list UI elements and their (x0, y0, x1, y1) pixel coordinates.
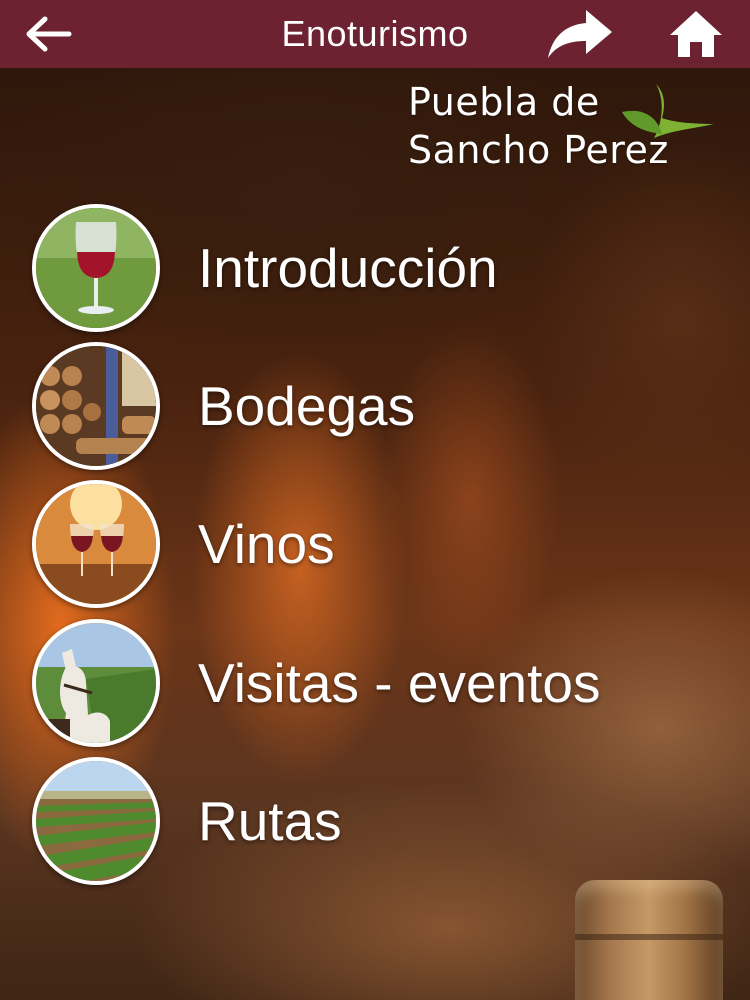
menu-item-label: Vinos (198, 513, 335, 575)
menu-item-visitas-eventos[interactable]: Visitas - eventos (32, 619, 672, 747)
page-title: Enoturismo (281, 13, 469, 54)
wine-barrels-cellar-image (32, 342, 160, 470)
menu-item-rutas[interactable]: Rutas (32, 757, 672, 885)
horse-carriage-vineyard-image (32, 619, 160, 747)
red-wine-glass-image (32, 204, 160, 332)
menu-item-introduccion[interactable]: Introducción (32, 204, 672, 332)
vineyard-rows-image (32, 757, 160, 885)
menu-list: Introducción Bodegas Vinos Visitas - eve… (0, 0, 750, 1000)
menu-item-label: Visitas - eventos (198, 652, 601, 714)
share-button[interactable] (544, 0, 616, 68)
menu-item-vinos[interactable]: Vinos (32, 480, 672, 608)
menu-item-label: Bodegas (198, 375, 416, 437)
menu-item-bodegas[interactable]: Bodegas (32, 342, 672, 470)
menu-item-label: Rutas (198, 790, 342, 852)
share-icon (548, 10, 612, 58)
home-button[interactable] (660, 0, 732, 68)
wine-glasses-toast-image (32, 480, 160, 608)
menu-item-label: Introducción (198, 237, 498, 299)
home-icon (670, 11, 722, 57)
app-bar: Enoturismo (0, 0, 750, 68)
